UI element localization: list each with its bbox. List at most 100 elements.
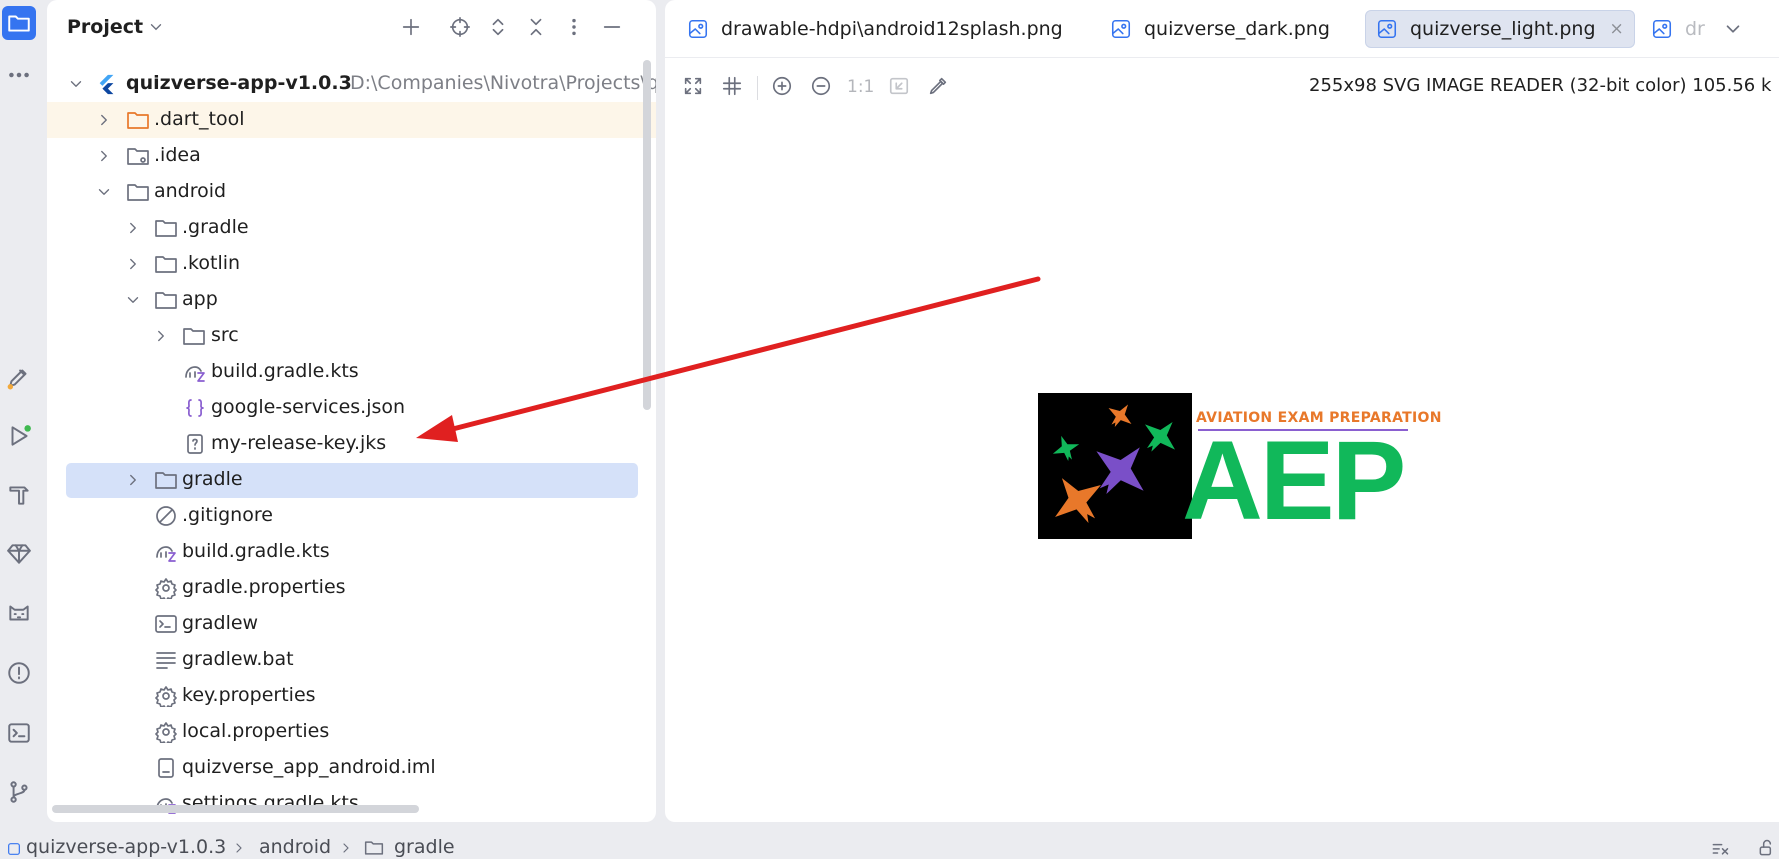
horizontal-scrollbar[interactable] — [52, 805, 419, 813]
folder-icon — [126, 181, 150, 203]
options-kebab-icon[interactable] — [561, 14, 587, 40]
chevron-down-icon[interactable] — [1722, 18, 1744, 45]
folder-orange-icon — [126, 109, 150, 131]
tree-item-label: build.gradle.kts — [182, 540, 330, 562]
pencil-brush-icon[interactable] — [2, 360, 36, 394]
json-icon — [183, 397, 207, 419]
close-icon[interactable]: × — [1610, 19, 1624, 39]
tree-item-label: gradlew.bat — [182, 648, 294, 670]
tree-item-label: my-release-key.jks — [211, 432, 387, 454]
tree-item-gradle-properties[interactable]: gradle.properties — [47, 570, 656, 606]
tree-item-app-build-gradle[interactable]: build.gradle.kts — [47, 354, 656, 390]
project-panel-header: Project — [47, 0, 656, 55]
airplane-orange-bottom — [1055, 478, 1101, 523]
tree-item-src[interactable]: src — [47, 318, 656, 354]
tree-item-gradlew-bat[interactable]: gradlew.bat — [47, 642, 656, 678]
tab-label: dr — [1685, 18, 1705, 40]
locate-target-icon[interactable] — [447, 14, 473, 40]
airplane-green-left — [1052, 435, 1080, 461]
breadcrumb-gradle[interactable]: gradle — [394, 836, 455, 858]
tree-item-label: key.properties — [182, 684, 316, 706]
hide-panel-icon[interactable] — [599, 14, 625, 40]
chevron-right-icon[interactable] — [152, 327, 170, 345]
properties-gear-icon — [154, 685, 178, 710]
tree-item-kotlin[interactable]: .kotlin — [47, 246, 656, 282]
airplane-green-right — [1144, 421, 1176, 452]
gradle-kotlin-icon — [183, 361, 207, 383]
tree-item-label: android — [154, 180, 227, 202]
hammer-build-icon[interactable] — [2, 478, 36, 512]
add-icon[interactable] — [398, 14, 424, 40]
chevron-right-icon — [338, 839, 354, 859]
tree-item-gradlew[interactable]: gradlew — [47, 606, 656, 642]
image-info: 255x98 SVG IMAGE READER (32-bit color) 1… — [1309, 75, 1772, 96]
grid-icon[interactable] — [718, 72, 746, 100]
chevron-right-icon[interactable] — [124, 219, 142, 237]
actual-size-button[interactable]: 1:1 — [847, 77, 874, 97]
unknown-file-icon — [183, 433, 207, 455]
color-picker-icon[interactable] — [924, 72, 952, 100]
image-file-icon — [1376, 18, 1398, 40]
toolbar-separator — [757, 76, 758, 100]
folder-icon — [182, 325, 206, 347]
tree-item-label: app — [182, 288, 218, 310]
tree-item-label: quizverse_app_android.iml — [182, 756, 436, 778]
tree-item-label: .dart_tool — [154, 108, 245, 130]
zoom-out-icon[interactable] — [807, 72, 835, 100]
zoom-in-icon[interactable] — [768, 72, 796, 100]
panel-title[interactable]: Project — [67, 16, 143, 38]
tree-item-gradle-selected[interactable]: gradle — [47, 462, 656, 498]
gem-icon[interactable] — [2, 537, 36, 571]
project-folder-icon[interactable] — [2, 6, 36, 40]
properties-gear-icon — [154, 721, 178, 746]
tab-quizverse-dark[interactable]: quizverse_dark.png — [1100, 10, 1340, 48]
image-editor: drawable-hdpi\android12splash.png quizve… — [665, 0, 1779, 822]
tree-item-android[interactable]: android — [47, 174, 656, 210]
chevron-down-icon[interactable] — [147, 18, 165, 41]
tree-item-app[interactable]: app — [47, 282, 656, 318]
problems-icon[interactable] — [2, 656, 36, 690]
fit-window-icon[interactable] — [885, 72, 913, 100]
tree-item-iml[interactable]: quizverse_app_android.iml — [47, 750, 656, 786]
tree-item-label: gradlew — [182, 612, 259, 634]
folder-icon — [154, 469, 178, 491]
tree-item-root[interactable]: quizverse-app-v1.0.3 D:\Companies\Nivotr… — [47, 66, 656, 102]
terminal-icon[interactable] — [2, 716, 36, 750]
expand-all-icon[interactable] — [485, 14, 511, 40]
tree-item-gitignore[interactable]: .gitignore — [47, 498, 656, 534]
tab-dr[interactable]: dr — [1641, 10, 1715, 48]
more-tools-icon[interactable] — [2, 58, 36, 92]
tree-item-dart-tool[interactable]: .dart_tool — [47, 102, 656, 138]
tab-label: drawable-hdpi\android12splash.png — [721, 18, 1063, 40]
tree-item-key-properties[interactable]: key.properties — [47, 678, 656, 714]
chevron-right-icon[interactable] — [124, 255, 142, 273]
chevron-right-icon[interactable] — [124, 471, 142, 489]
vertical-scrollbar[interactable] — [643, 60, 651, 410]
chevron-down-icon[interactable] — [124, 291, 142, 309]
tab-android12splash[interactable]: drawable-hdpi\android12splash.png — [677, 10, 1073, 48]
chevron-down-icon[interactable] — [67, 75, 85, 93]
breadcrumb-project[interactable]: quizverse-app-v1.0.3 — [26, 836, 226, 858]
collapse-all-icon[interactable] — [523, 14, 549, 40]
chevron-down-icon[interactable] — [95, 183, 113, 201]
tree-item-settings-gradle[interactable]: settings.gradle.kts — [47, 786, 656, 822]
breadcrumb-android[interactable]: android — [259, 836, 331, 858]
run-icon[interactable] — [2, 419, 36, 453]
tree-item-google-services[interactable]: google-services.json — [47, 390, 656, 426]
tree-item-android-build-gradle[interactable]: build.gradle.kts — [47, 534, 656, 570]
lock-icon[interactable] — [1757, 838, 1777, 859]
tab-quizverse-light[interactable]: quizverse_light.png × — [1365, 10, 1635, 48]
tree-item-local-properties[interactable]: local.properties — [47, 714, 656, 750]
module-icon — [6, 840, 22, 859]
cat-logcat-icon[interactable] — [2, 596, 36, 630]
tree-item-release-key[interactable]: my-release-key.jks — [47, 426, 656, 462]
tree-item-idea[interactable]: .idea — [47, 138, 656, 174]
editor-tab-bar: drawable-hdpi\android12splash.png quizve… — [665, 0, 1779, 58]
fit-zoom-icon[interactable] — [679, 72, 707, 100]
git-branch-icon[interactable] — [2, 775, 36, 809]
tree-item-gradle-cache[interactable]: .gradle — [47, 210, 656, 246]
chevron-right-icon[interactable] — [95, 147, 113, 165]
no-inspections-icon[interactable] — [1710, 838, 1730, 859]
tree-item-label: .idea — [154, 144, 201, 166]
chevron-right-icon[interactable] — [95, 111, 113, 129]
